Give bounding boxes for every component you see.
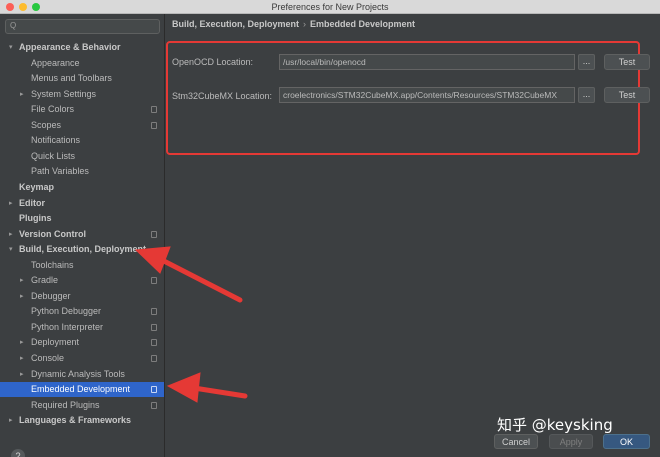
chevron-right-icon[interactable]: ▸ bbox=[20, 87, 24, 102]
zhihu-watermark: 知乎 @keysking bbox=[497, 416, 613, 434]
copy-icon bbox=[151, 121, 157, 129]
sidebar-item-version-control[interactable]: ▸ Version Control bbox=[0, 227, 164, 242]
sidebar-item-path-variables[interactable]: Path Variables bbox=[0, 164, 164, 179]
sidebar-item-label: Debugger bbox=[31, 290, 71, 301]
sidebar-item-python-interpreter[interactable]: Python Interpreter bbox=[0, 320, 164, 335]
sidebar-item-label: File Colors bbox=[31, 104, 75, 115]
sidebar-item-file-colors[interactable]: File Colors bbox=[0, 102, 164, 117]
sidebar-item-label: Scopes bbox=[31, 119, 62, 130]
chevron-right-icon[interactable]: ▸ bbox=[20, 273, 24, 288]
stm32cubemx-location-label: Stm32CubeMX Location: bbox=[172, 91, 273, 101]
sidebar-item-dynamic-analysis-tools[interactable]: ▸ Dynamic Analysis Tools bbox=[0, 367, 164, 382]
sidebar-item-deployment[interactable]: ▸ Deployment bbox=[0, 335, 164, 350]
copy-icon bbox=[151, 355, 157, 362]
chevron-right-icon[interactable]: ▸ bbox=[9, 196, 13, 211]
sidebar-item-embedded-development[interactable]: Embedded Development bbox=[0, 382, 164, 398]
chevron-right-icon[interactable]: ▸ bbox=[20, 351, 24, 366]
sidebar-item-label: Gradle bbox=[31, 275, 59, 286]
sidebar-item-required-plugins[interactable]: Required Plugins bbox=[0, 398, 164, 413]
sidebar-item-scopes[interactable]: Scopes bbox=[0, 118, 164, 133]
apply-button[interactable]: Apply bbox=[549, 434, 593, 449]
sidebar-item-editor[interactable]: ▸ Editor bbox=[0, 196, 164, 211]
copy-icon bbox=[151, 230, 157, 238]
copy-icon bbox=[151, 323, 157, 331]
sidebar-item-label: Python Interpreter bbox=[31, 321, 104, 332]
chevron-right-icon[interactable]: ▸ bbox=[20, 335, 24, 350]
copy-icon bbox=[151, 277, 157, 285]
chevron-down-icon[interactable]: ▾ bbox=[9, 40, 13, 55]
sidebar-item-plugins[interactable]: Plugins bbox=[0, 211, 164, 226]
settings-sidebar: Q ▾ Appearance & Behavior Appearance Menus … bbox=[0, 14, 165, 457]
cancel-button[interactable]: Cancel bbox=[494, 434, 538, 449]
chevron-right-icon[interactable]: ▸ bbox=[20, 289, 24, 304]
sidebar-item-label: Editor bbox=[19, 197, 45, 208]
chevron-down-icon[interactable]: ▾ bbox=[9, 242, 13, 257]
sidebar-item-label: Embedded Development bbox=[31, 384, 131, 395]
breadcrumb-current: Embedded Development bbox=[310, 19, 416, 29]
sidebar-item-label: Menus and Toolbars bbox=[31, 73, 112, 84]
sidebar-item-debugger[interactable]: ▸ Debugger bbox=[0, 289, 164, 304]
breadcrumb-parent[interactable]: Build, Execution, Deployment bbox=[172, 19, 299, 29]
stm32cubemx-location-field[interactable]: croelectronics/STM32CubeMX.app/Contents/… bbox=[279, 87, 575, 103]
sidebar-item-label: Version Control bbox=[19, 228, 87, 239]
sidebar-item-appearance-behavior[interactable]: ▾ Appearance & Behavior bbox=[0, 40, 164, 55]
stm32cubemx-test-button[interactable]: Test bbox=[604, 87, 650, 103]
sidebar-item-keymap[interactable]: Keymap bbox=[0, 180, 164, 195]
sidebar-item-notifications[interactable]: Notifications bbox=[0, 133, 164, 148]
breadcrumb-separator: › bbox=[303, 19, 307, 29]
sidebar-item-console[interactable]: ▸ Console bbox=[0, 351, 164, 366]
copy-icon bbox=[151, 401, 157, 409]
sidebar-item-label: Toolchains bbox=[31, 259, 74, 270]
openocd-location-field[interactable]: /usr/local/bin/openocd bbox=[279, 54, 575, 70]
sidebar-item-label: Languages & Frameworks bbox=[19, 415, 132, 426]
copy-icon bbox=[151, 386, 157, 394]
sidebar-item-label: Appearance & Behavior bbox=[19, 42, 121, 52]
window-titlebar: Preferences for New Projects bbox=[0, 0, 660, 14]
sidebar-item-label: Path Variables bbox=[31, 166, 89, 177]
copy-icon bbox=[151, 308, 157, 316]
sidebar-item-quick-lists[interactable]: Quick Lists bbox=[0, 149, 164, 164]
stm32cubemx-browse-button[interactable]: ... bbox=[578, 87, 595, 103]
window-title: Preferences for New Projects bbox=[271, 2, 389, 12]
sidebar-item-appearance[interactable]: Appearance bbox=[0, 56, 164, 71]
openocd-test-button[interactable]: Test bbox=[604, 54, 650, 70]
sidebar-item-label: Quick Lists bbox=[31, 150, 76, 161]
sidebar-item-label: Build, Execution, Deployment bbox=[19, 244, 147, 255]
sidebar-item-label: Notifications bbox=[31, 135, 81, 146]
sidebar-item-label: Keymap bbox=[19, 181, 55, 192]
openocd-location-label: OpenOCD Location: bbox=[172, 57, 254, 67]
sidebar-item-label: Deployment bbox=[31, 337, 80, 348]
sidebar-item-system-settings[interactable]: ▸ System Settings bbox=[0, 87, 164, 102]
settings-content: Build, Execution, Deployment › Embedded De… bbox=[166, 14, 660, 457]
sidebar-item-python-debugger[interactable]: Python Debugger bbox=[0, 304, 164, 319]
help-button[interactable]: ? bbox=[11, 449, 25, 457]
sidebar-item-label: Python Debugger bbox=[31, 306, 102, 317]
ok-button[interactable]: OK bbox=[603, 434, 650, 449]
chevron-right-icon[interactable]: ▸ bbox=[9, 413, 13, 428]
sidebar-item-label: System Settings bbox=[31, 88, 97, 99]
copy-icon bbox=[151, 106, 157, 114]
sidebar-item-label: Appearance bbox=[31, 57, 80, 68]
sidebar-item-toolchains[interactable]: Toolchains bbox=[0, 258, 164, 273]
openocd-browse-button[interactable]: ... bbox=[578, 54, 595, 70]
sidebar-item-gradle[interactable]: ▸ Gradle bbox=[0, 273, 164, 288]
breadcrumb: Build, Execution, Deployment › Embedded De… bbox=[172, 19, 415, 29]
sidebar-item-build-execution-deployment[interactable]: ▾ Build, Execution, Deployment bbox=[0, 242, 164, 257]
sidebar-item-menus-and-toolbars[interactable]: Menus and Toolbars bbox=[0, 71, 164, 86]
copy-icon bbox=[151, 339, 157, 347]
sidebar-item-label: Plugins bbox=[19, 213, 52, 224]
sidebar-item-label: Dynamic Analysis Tools bbox=[31, 368, 125, 379]
sidebar-item-label: Required Plugins bbox=[31, 399, 100, 410]
settings-search-input[interactable]: Q bbox=[5, 19, 160, 34]
sidebar-item-languages-frameworks[interactable]: ▸ Languages & Frameworks bbox=[0, 413, 164, 428]
search-icon: Q bbox=[10, 21, 17, 30]
chevron-right-icon[interactable]: ▸ bbox=[9, 227, 13, 242]
chevron-right-icon[interactable]: ▸ bbox=[20, 367, 24, 382]
sidebar-item-label: Console bbox=[31, 353, 65, 363]
